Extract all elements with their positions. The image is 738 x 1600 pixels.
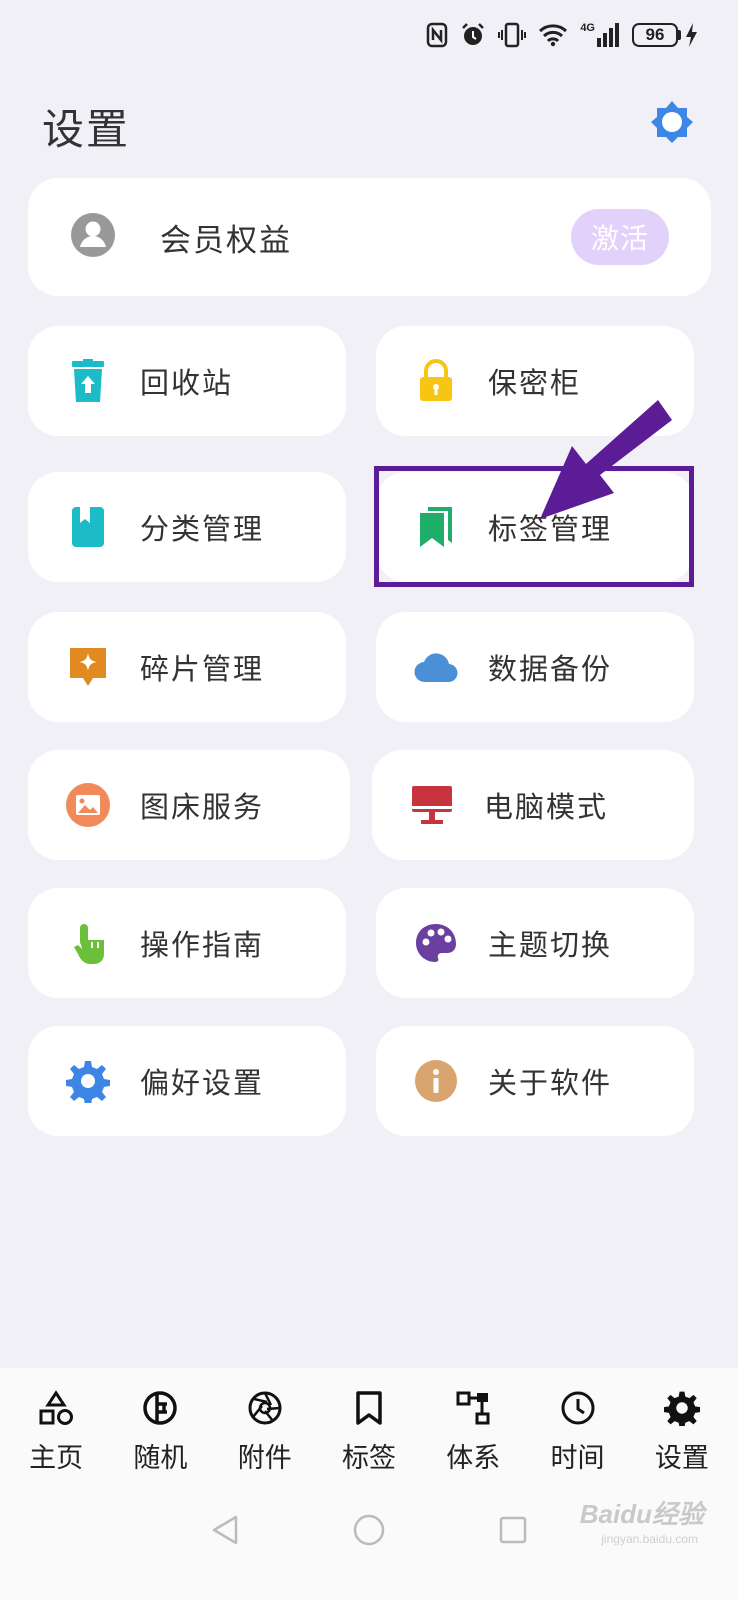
random-icon [140, 1388, 180, 1428]
activate-button[interactable]: 激活 [571, 209, 669, 265]
back-button[interactable] [205, 1510, 245, 1550]
nav-label: 随机 [133, 1443, 188, 1474]
image-icon [64, 781, 112, 829]
tile-about[interactable]: 关于软件 [376, 1026, 694, 1136]
nfc-icon [426, 22, 448, 48]
recycle-bin-icon [64, 357, 112, 405]
bookmark-icon [349, 1388, 389, 1428]
user-avatar-icon [70, 212, 116, 262]
clock-icon [558, 1388, 598, 1428]
wifi-icon [538, 23, 568, 47]
nav-label: 时间 [550, 1443, 605, 1474]
nav-item-home[interactable]: 主页 [6, 1388, 106, 1475]
member-benefits-label: 会员权益 [160, 222, 292, 259]
vibrate-icon [498, 22, 527, 48]
tile-theme-switch[interactable]: 主题切换 [376, 888, 694, 998]
tile-label: 操作指南 [140, 928, 265, 962]
charging-icon [686, 23, 697, 47]
shapes-icon [36, 1388, 76, 1428]
tile-label: 标签管理 [488, 512, 613, 546]
tile-image-hosting[interactable]: 图床服务 [28, 750, 350, 860]
tile-label: 偏好设置 [140, 1066, 265, 1100]
nav-label: 体系 [446, 1443, 501, 1474]
tile-desktop-mode[interactable]: 电脑模式 [372, 750, 694, 860]
nav-label: 设置 [654, 1443, 709, 1474]
home-button[interactable] [349, 1510, 389, 1550]
page-title: 设置 [42, 105, 131, 154]
tile-label: 回收站 [140, 366, 234, 400]
cloud-icon [412, 643, 460, 691]
baidu-watermark: Baidu经验 [579, 1499, 704, 1529]
gear-icon [64, 1057, 112, 1105]
lock-icon [412, 357, 460, 405]
status-bar: 4G 96 [426, 18, 698, 52]
theme-toggle-button[interactable] [648, 98, 696, 146]
tile-label: 保密柜 [488, 366, 582, 400]
bottom-nav: 主页 随机 附件 标签 体系 时间 设置 [0, 1368, 738, 1600]
tile-tag-management[interactable]: 标签管理 [376, 472, 694, 582]
tile-label: 碎片管理 [140, 652, 265, 686]
member-benefits-card[interactable]: 会员权益 激活 [28, 178, 711, 296]
tile-label: 图床服务 [140, 790, 265, 824]
nav-item-attachments[interactable]: 附件 [215, 1388, 315, 1475]
tile-preferences[interactable]: 偏好设置 [28, 1026, 346, 1136]
sparkle-icon [64, 643, 112, 691]
nav-item-system[interactable]: 体系 [423, 1388, 523, 1475]
palette-icon [412, 919, 460, 967]
tile-category-management[interactable]: 分类管理 [28, 472, 346, 582]
tap-hand-icon [64, 919, 112, 967]
tile-fragment-management[interactable]: 碎片管理 [28, 612, 346, 722]
tile-label: 电脑模式 [484, 790, 609, 824]
nav-item-settings[interactable]: 设置 [632, 1388, 732, 1475]
info-icon [412, 1057, 460, 1105]
tile-vault[interactable]: 保密柜 [376, 326, 694, 436]
tile-label: 主题切换 [488, 928, 613, 962]
tile-data-backup[interactable]: 数据备份 [376, 612, 694, 722]
nav-item-time[interactable]: 时间 [528, 1388, 628, 1475]
bookmark-stack-icon [412, 503, 460, 551]
aperture-icon [245, 1388, 285, 1428]
tile-label: 数据备份 [488, 652, 613, 686]
nav-item-tags[interactable]: 标签 [319, 1388, 419, 1475]
book-icon [64, 503, 112, 551]
gear-icon [662, 1388, 702, 1428]
nav-label: 附件 [237, 1443, 292, 1474]
tile-recycle-bin[interactable]: 回收站 [28, 326, 346, 436]
nav-item-random[interactable]: 随机 [110, 1388, 210, 1475]
nav-label: 标签 [341, 1443, 396, 1474]
signal-4g-icon: 4G [580, 22, 620, 48]
baidu-watermark-url: jingyan.baidu.com [601, 1532, 698, 1546]
tile-user-guide[interactable]: 操作指南 [28, 888, 346, 998]
desktop-icon [408, 781, 456, 829]
battery-indicator: 96 [632, 22, 698, 48]
nav-label: 主页 [29, 1443, 84, 1474]
tile-label: 分类管理 [140, 512, 265, 546]
hierarchy-icon [453, 1388, 493, 1428]
tile-label: 关于软件 [488, 1066, 613, 1100]
recents-button[interactable] [493, 1510, 533, 1550]
alarm-icon [460, 22, 486, 48]
battery-level: 96 [632, 23, 678, 47]
theme-toggle-icon [651, 101, 693, 143]
